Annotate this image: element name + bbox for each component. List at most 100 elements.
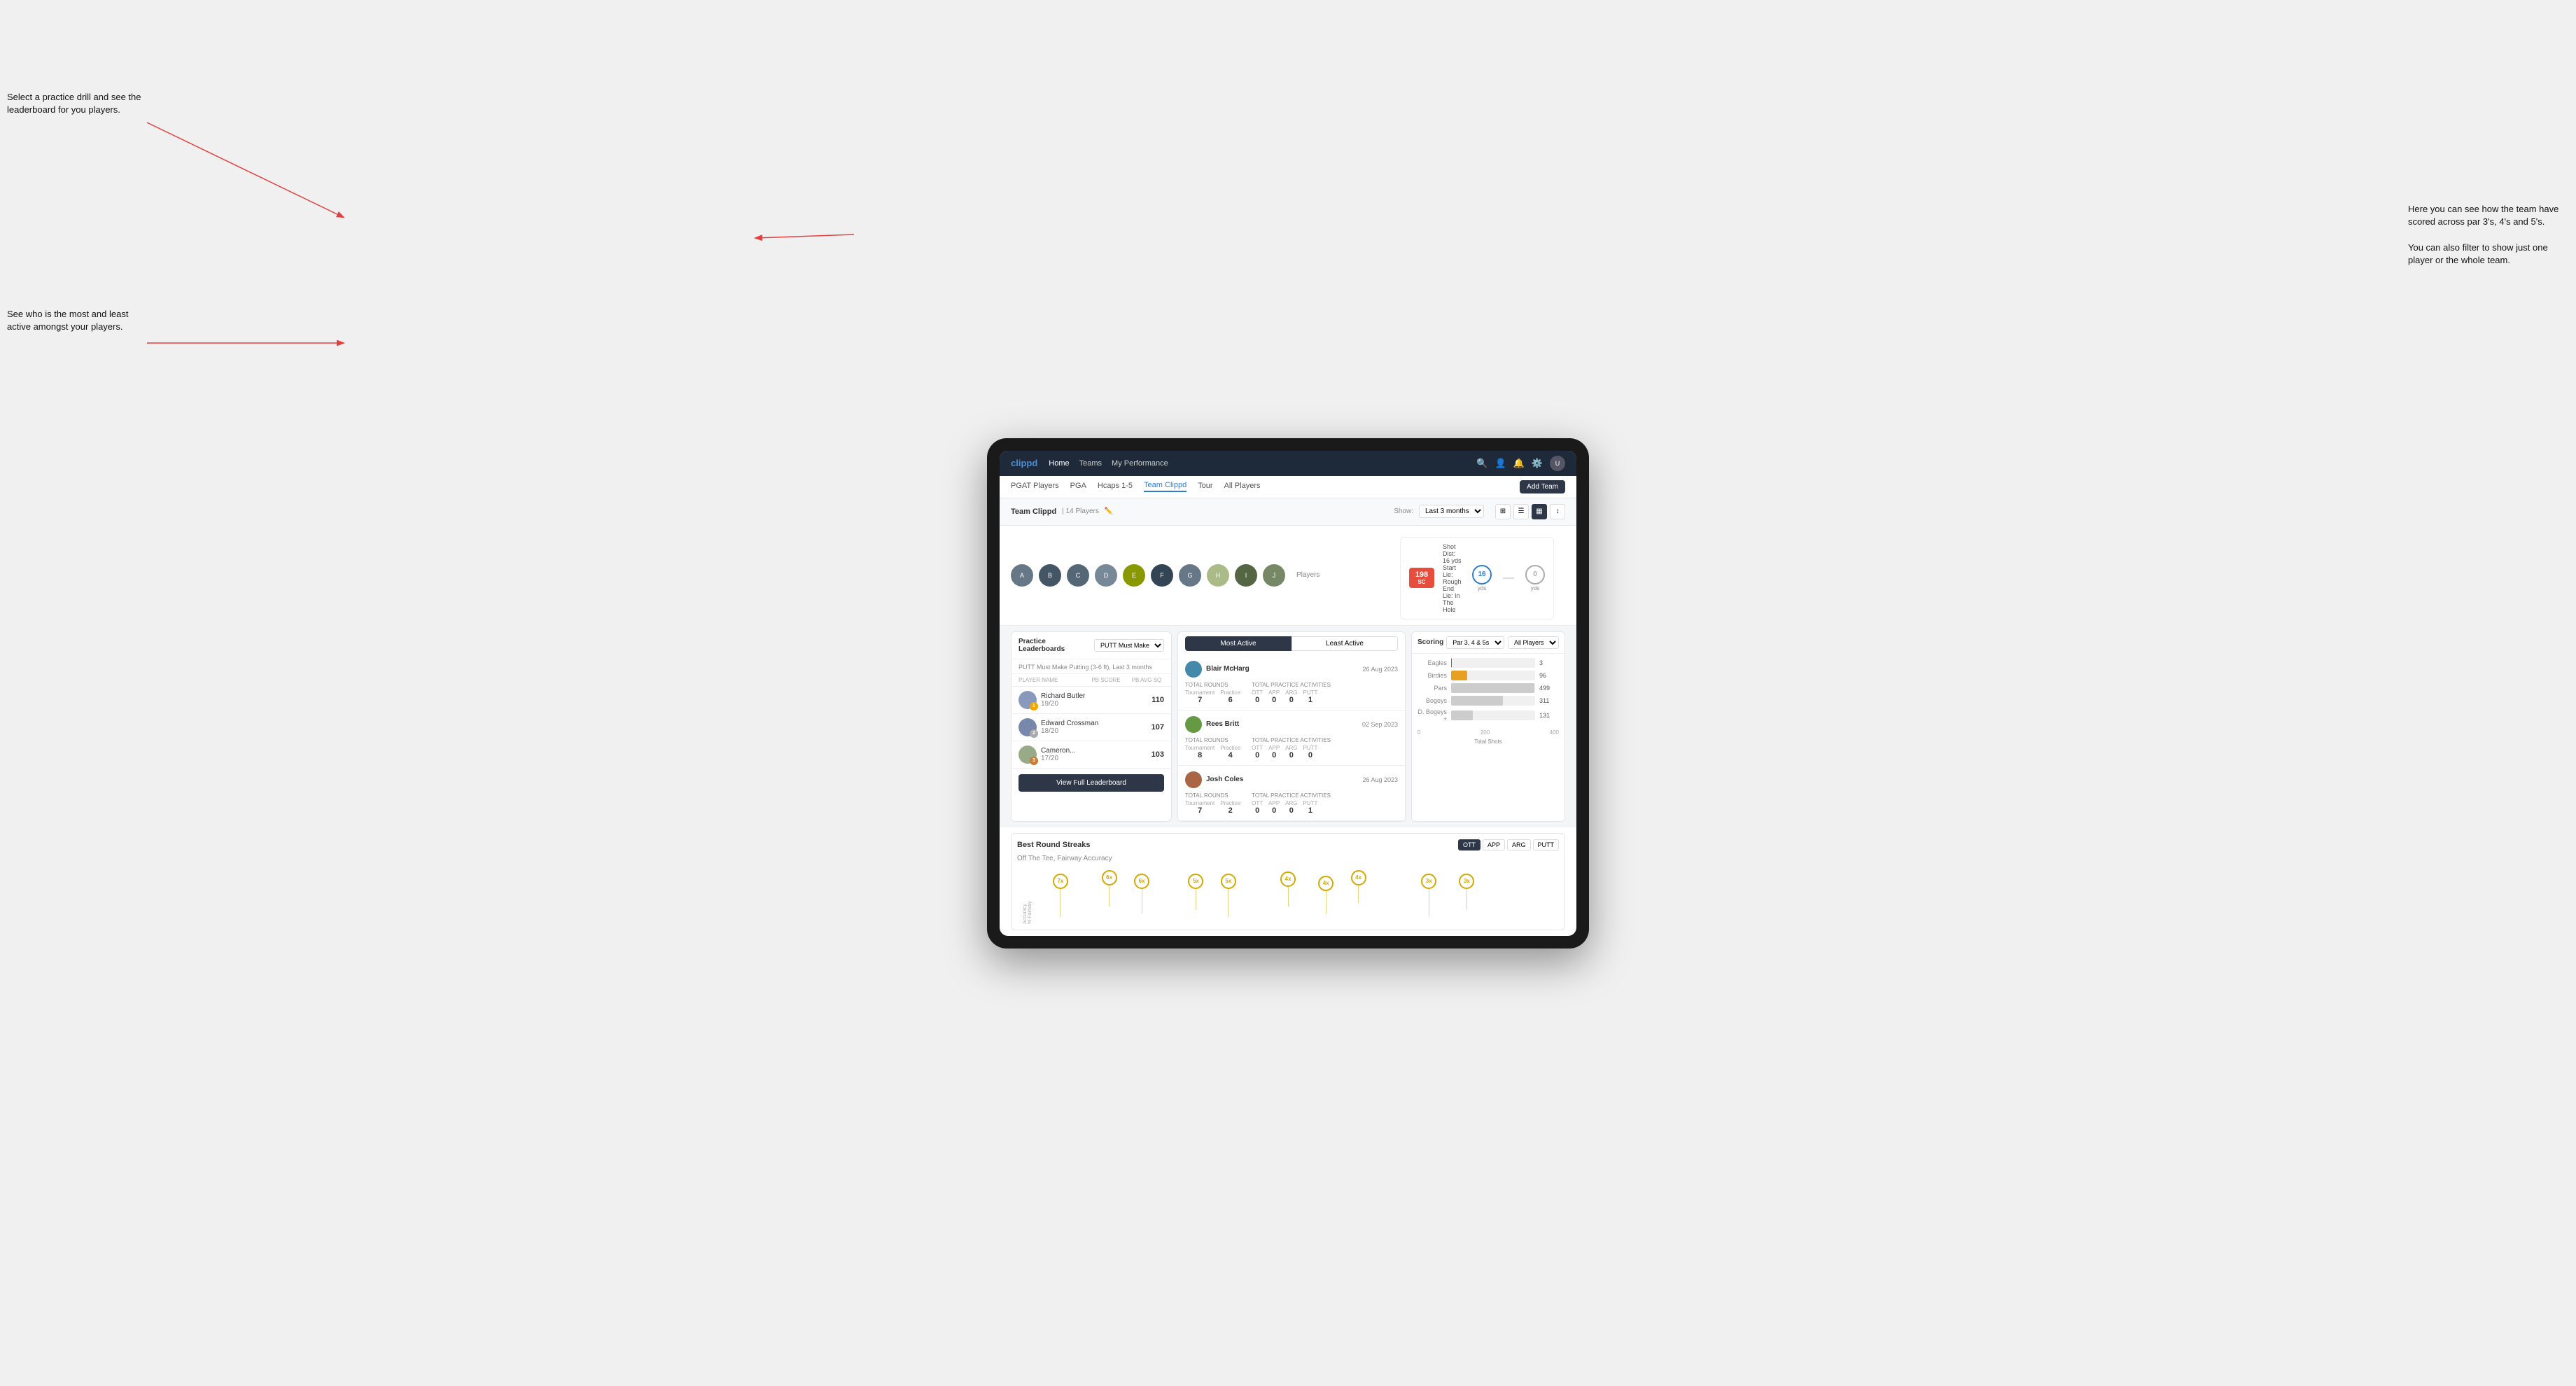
streak-btn-app[interactable]: APP	[1483, 839, 1505, 850]
activity-tab-toggle: Most Active Least Active	[1185, 636, 1398, 651]
streak-bubble-10: 3x	[1459, 874, 1474, 889]
shot-badge-number: 198	[1413, 570, 1430, 579]
player-avatar-9[interactable]: I	[1235, 564, 1257, 587]
drill-select[interactable]: PUTT Must Make Putting...	[1094, 639, 1164, 652]
streaks-header: Best Round Streaks OTT APP ARG PUTT	[1017, 839, 1559, 850]
edit-icon[interactable]: ✏️	[1105, 507, 1113, 515]
lb-name-score-1: Richard Butler 19/20	[1041, 692, 1132, 708]
streak-btn-arg[interactable]: ARG	[1507, 839, 1531, 850]
leaderboard-row-3[interactable]: 3 Cameron... 17/20 103	[1011, 741, 1171, 769]
tablet-frame: clippd Home Teams My Performance 🔍 👤 🔔 ⚙…	[987, 438, 1589, 948]
chart-bar-birdies	[1451, 671, 1535, 680]
tab-least-active[interactable]: Least Active	[1292, 636, 1398, 651]
scoring-header: Scoring Par 3, 4 & 5s All Players	[1412, 632, 1564, 654]
team-header: Team Clippd | 14 Players ✏️ Show: Last 3…	[1000, 498, 1576, 526]
subnav-pgat[interactable]: PGAT Players	[1011, 482, 1059, 491]
scoring-title: Scoring	[1418, 638, 1443, 646]
view-grid-icon[interactable]: ⊞	[1495, 504, 1511, 519]
rounds-sub-row-1: Tournament 7 Practice 6	[1185, 690, 1240, 704]
streak-point-7: 4x	[1318, 876, 1334, 913]
scoring-player-select[interactable]: All Players	[1508, 636, 1559, 649]
view-sort-icon[interactable]: ↕	[1550, 504, 1565, 519]
lb-badge-bronze: 3	[1030, 757, 1038, 765]
player-avatar-10[interactable]: J	[1263, 564, 1285, 587]
pac-stats-3: Total Rounds Tournament 7 Practice 2	[1185, 792, 1398, 815]
avatar[interactable]: U	[1550, 456, 1565, 471]
player-avatar-8[interactable]: H	[1207, 564, 1229, 587]
leaderboard-row-1[interactable]: 1 Richard Butler 19/20 110	[1011, 687, 1171, 714]
putt-3: PUTT 1	[1303, 800, 1318, 815]
annotation-top-left: Select a practice drill and see the lead…	[7, 91, 147, 116]
search-icon[interactable]: 🔍	[1476, 458, 1488, 469]
tournament-item-2: Tournament 8	[1185, 745, 1214, 760]
players-row: A B C D E F G H I J Players	[1011, 564, 1400, 587]
pac-name-2: Rees Britt	[1206, 720, 1239, 728]
pac-header-2: Rees Britt 02 Sep 2023	[1185, 716, 1398, 733]
lb-name-score-3: Cameron... 17/20	[1041, 747, 1132, 762]
player-avatar-6[interactable]: F	[1151, 564, 1173, 587]
bell-icon[interactable]: 🔔	[1513, 458, 1525, 469]
streaks-section: Best Round Streaks OTT APP ARG PUTT Off …	[1011, 833, 1565, 930]
pac-total-rounds-1: Total Rounds Tournament 7 Practice 6	[1185, 682, 1240, 704]
putt-2: PUTT 0	[1303, 745, 1318, 760]
practice-item-1: Practice 6	[1220, 690, 1240, 704]
nav-teams[interactable]: Teams	[1079, 459, 1102, 468]
chart-bar-bogeys	[1451, 696, 1535, 706]
player-avatar-5[interactable]: E	[1123, 564, 1145, 587]
player-avatar-1[interactable]: A	[1011, 564, 1033, 587]
tab-most-active[interactable]: Most Active	[1185, 636, 1292, 651]
streak-line-8	[1358, 886, 1359, 903]
shot-yardage-1: 16 yds	[1472, 565, 1492, 592]
pac-stats-1: Total Rounds Tournament 7 Practice 6	[1185, 682, 1398, 704]
view-card-icon[interactable]: ▦	[1532, 504, 1547, 519]
pac-header-1: Blair McHarg 26 Aug 2023	[1185, 661, 1398, 678]
view-list-icon[interactable]: ☰	[1513, 504, 1529, 519]
user-icon[interactable]: 👤	[1494, 458, 1506, 469]
scoring-filter-select[interactable]: Par 3, 4 & 5s	[1446, 636, 1504, 649]
subnav-hcaps[interactable]: Hcaps 1-5	[1098, 482, 1133, 491]
leaderboard-row-2[interactable]: 2 Edward Crossman 18/20 107	[1011, 714, 1171, 741]
player-avatar-2[interactable]: B	[1039, 564, 1061, 587]
y-axis-label: % Fairway Accuracy	[1023, 889, 1032, 924]
show-select[interactable]: Last 3 months Last month Last 6 months	[1419, 505, 1484, 518]
chart-bar-dbogeys	[1451, 710, 1535, 720]
streak-bubble-6: 4x	[1280, 872, 1296, 887]
streak-btn-putt[interactable]: PUTT	[1533, 839, 1560, 850]
subnav-right: Add Team	[1520, 479, 1565, 493]
streak-point-3: 6x	[1134, 874, 1149, 913]
add-team-button[interactable]: Add Team	[1520, 480, 1565, 493]
lb-badge-gold: 1	[1030, 702, 1038, 710]
player-avatar-3[interactable]: C	[1067, 564, 1089, 587]
nav-my-performance[interactable]: My Performance	[1112, 459, 1168, 468]
subnav-all-players[interactable]: All Players	[1224, 482, 1261, 491]
streak-line-10	[1466, 889, 1467, 910]
streak-bubble-2: 6x	[1102, 870, 1117, 886]
navbar: clippd Home Teams My Performance 🔍 👤 🔔 ⚙…	[1000, 451, 1576, 476]
practice-item-2: Practice 4	[1220, 745, 1240, 760]
streak-btn-ott[interactable]: OTT	[1458, 839, 1480, 850]
settings-icon[interactable]: ⚙️	[1532, 458, 1543, 469]
player-avatar-4[interactable]: D	[1095, 564, 1117, 587]
pac-avatar-2	[1185, 716, 1202, 733]
pac-avatar-1	[1185, 661, 1202, 678]
shot-yardage-2: 0 yds	[1525, 565, 1545, 592]
shot-info: Shot Dist: 16 yds Start Lie: Rough End L…	[1443, 543, 1464, 613]
ott-1: OTT 0	[1252, 690, 1263, 704]
subnav-pga[interactable]: PGA	[1070, 482, 1086, 491]
pac-total-rounds-2: Total Rounds Tournament 8 Practice 4	[1185, 737, 1240, 760]
team-title: Team Clippd	[1011, 507, 1056, 516]
view-full-leaderboard-button[interactable]: View Full Leaderboard	[1018, 774, 1164, 792]
streak-line-2	[1109, 886, 1110, 906]
nav-home[interactable]: Home	[1049, 459, 1069, 468]
leaderboards-title: Practice Leaderboards	[1018, 638, 1090, 653]
ott-3: OTT 0	[1252, 800, 1263, 815]
lb-name-2: Edward Crossman	[1041, 720, 1132, 727]
subnav-team-clippd[interactable]: Team Clippd	[1144, 481, 1186, 492]
chart-val-dbogeys: 131	[1539, 712, 1559, 719]
subnav-tour[interactable]: Tour	[1198, 482, 1212, 491]
lb-score-1: 19/20	[1041, 700, 1132, 708]
pac-date-1: 26 Aug 2023	[1362, 666, 1398, 673]
panel-header-leaderboards: Practice Leaderboards PUTT Must Make Put…	[1011, 632, 1171, 659]
player-avatar-7[interactable]: G	[1179, 564, 1201, 587]
leaderboard-subtitle: PUTT Must Make Putting (3-6 ft), Last 3 …	[1011, 659, 1171, 674]
